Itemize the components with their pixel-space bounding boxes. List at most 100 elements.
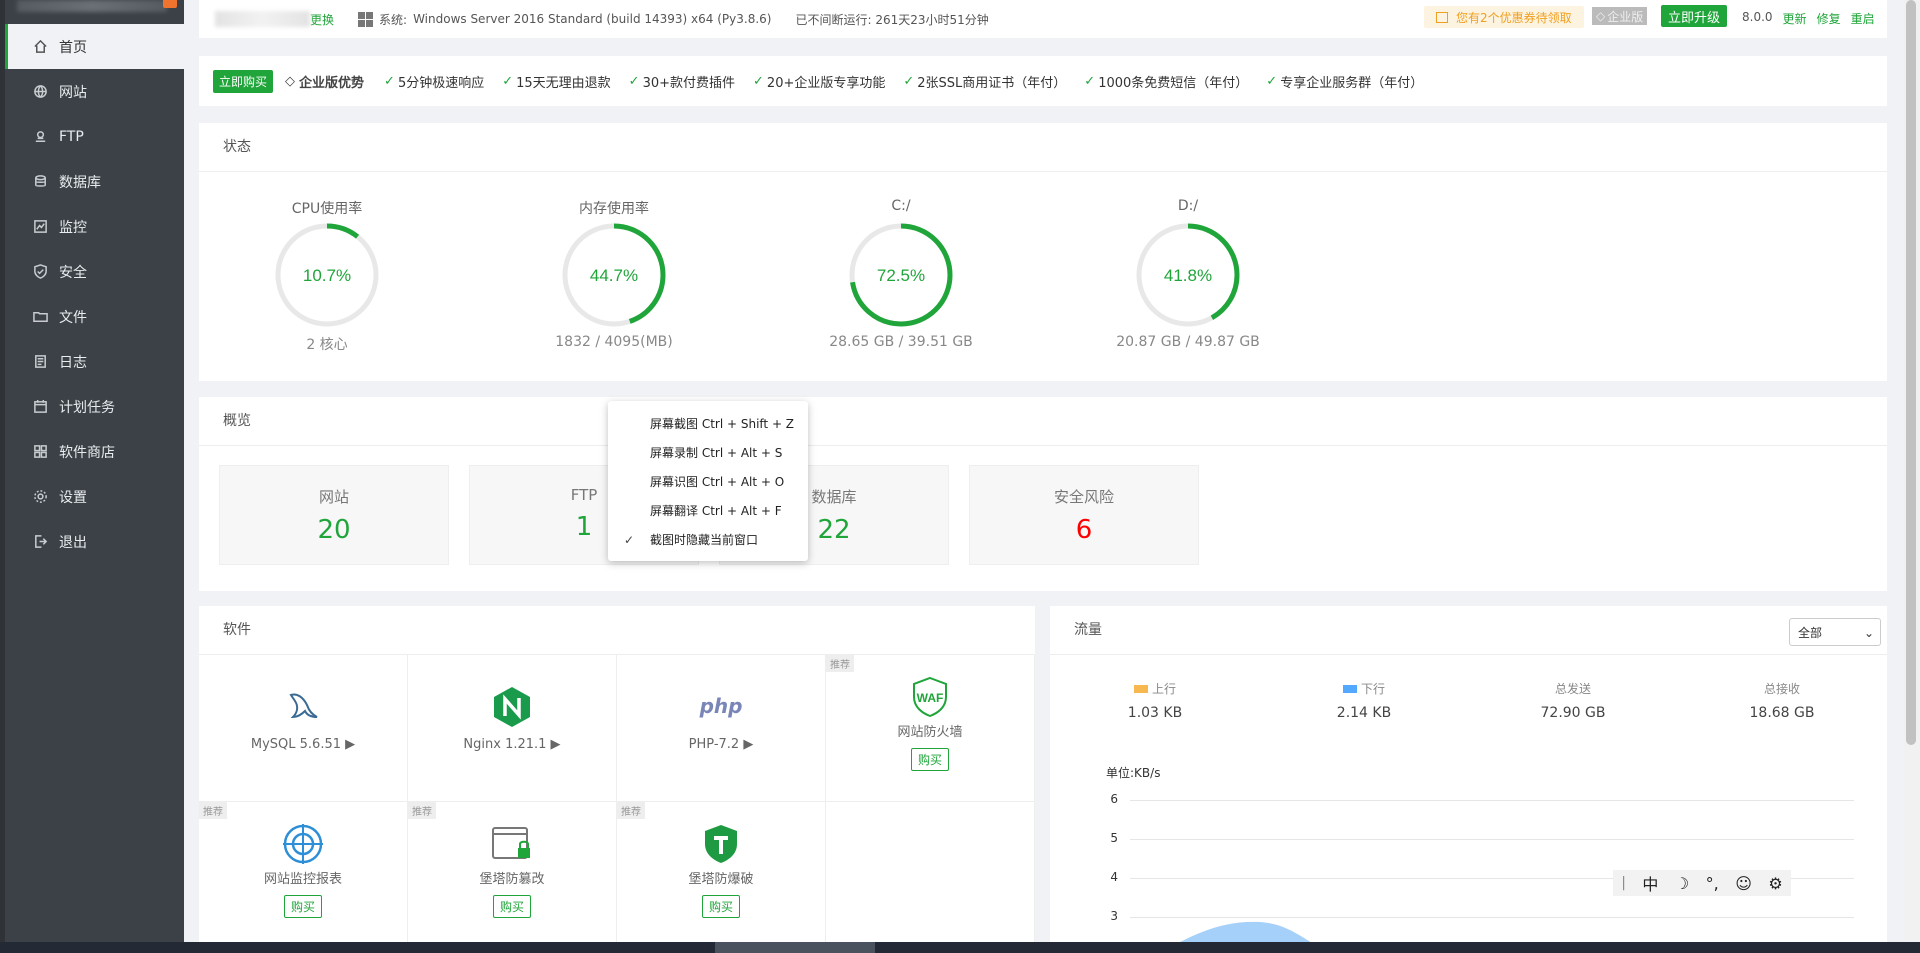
gauge-sub: 2 核心 [306, 337, 348, 353]
disk-c-gauge[interactable]: C:/ 72.5% 28.65 GB / 39.51 GB [801, 198, 1001, 350]
feature-item: ✓ 2张SSL商用证书（年付） [903, 72, 1066, 91]
svg-text:WAF: WAF [917, 691, 944, 705]
buy-now-button[interactable]: 立即购买 [213, 69, 274, 93]
feature-item: ✓ 15天无理由退款 [502, 72, 610, 91]
gift-icon [1436, 11, 1448, 23]
gauge-ring: 10.7% [275, 223, 379, 327]
diamond-icon: ◇ [285, 73, 296, 89]
repair-link[interactable]: 修复 [1817, 10, 1841, 27]
software-panel: 软件 MySQL 5.6.51 ▶ Nginx 1.21.1 ▶ php PHP… [199, 606, 1035, 953]
home-icon [31, 38, 49, 56]
legend-swatch-download [1342, 684, 1357, 693]
sidebar-item-store[interactable]: 软件商店 [5, 429, 184, 474]
cpu-gauge[interactable]: CPU使用率 10.7% 2 核心 [227, 198, 427, 354]
buy-button[interactable]: 购买 [910, 748, 949, 771]
status-title: 状态 [199, 123, 1887, 172]
logo [5, 0, 185, 24]
gear-icon [31, 488, 49, 506]
diamond-icon: ◇ [1596, 9, 1606, 23]
software-name: 堡塔防爆破 [688, 872, 754, 887]
software-anti-bruteforce[interactable]: 推荐 堡塔防爆破 购买 [617, 802, 826, 949]
sidebar-item-ftp[interactable]: FTP [5, 114, 184, 159]
upgrade-button[interactable]: 立即升级 [1661, 5, 1728, 27]
software-site-monitor[interactable]: 推荐 网站监控报表 购买 [199, 802, 408, 949]
sidebar-item-logout[interactable]: 退出 [5, 519, 184, 564]
sidebar-item-security[interactable]: 安全 [5, 249, 184, 294]
disk-d-gauge[interactable]: D:/ 41.8% 20.87 GB / 49.87 GB [1088, 198, 1288, 350]
taskbar [0, 942, 1920, 953]
ime-chinese-toggle[interactable]: 中 [1642, 871, 1658, 895]
traffic-total-sent: 总发送 72.90 GB [1473, 680, 1673, 721]
gauge-label: D:/ [1177, 198, 1199, 214]
moon-icon[interactable]: ☽ [1675, 874, 1689, 893]
uptime-text: 已不间断运行: 261天23小时51分钟 [795, 12, 989, 27]
sidebar-item-label: 数据库 [59, 174, 101, 191]
software-php[interactable]: php PHP-7.2 ▶ [617, 655, 826, 802]
check-icon: ✓ [903, 73, 915, 89]
app-root: 首页 网站 FTP 数据库 监控 安全 文件 日志 计划任务 软件商店 设置 退… [0, 0, 1920, 953]
buy-button[interactable]: 购买 [701, 895, 740, 918]
menu-item-ocr[interactable]: 屏幕识图 Ctrl + Alt + O [608, 467, 808, 496]
software-name: MySQL 5.6.51 ▶ [250, 737, 356, 752]
sidebar-item-label: 网站 [59, 84, 87, 101]
overview-security-risk[interactable]: 安全风险 6 [969, 465, 1199, 565]
chart-unit-label: 单位:KB/s [1106, 766, 1161, 780]
scrollbar-thumb[interactable] [1906, 0, 1916, 745]
ime-toolbar: | 中 ☽ °, ☺ ⚙ [1613, 870, 1791, 896]
sidebar-item-website[interactable]: 网站 [5, 69, 184, 114]
gear-icon[interactable]: ⚙ [1768, 874, 1782, 893]
gauge-label: CPU使用率 [291, 201, 363, 217]
checkmark-icon: ✓ [624, 532, 635, 547]
globe-icon [31, 83, 49, 101]
enterprise-label: 企业版 [1607, 9, 1644, 24]
sidebar-item-database[interactable]: 数据库 [5, 159, 184, 204]
sidebar-item-cron[interactable]: 计划任务 [5, 384, 184, 429]
sidebar-item-label: 安全 [59, 264, 87, 281]
stat-label: 总接收 [1763, 682, 1800, 696]
sidebar-item-files[interactable]: 文件 [5, 294, 184, 339]
change-host-link[interactable]: 更换 [310, 11, 334, 28]
taskbar-active-app[interactable] [715, 942, 875, 953]
enterprise-advantage: ◇ 企业版优势 [285, 72, 364, 91]
software-name: PHP-7.2 ▶ [688, 737, 754, 752]
sidebar-item-label: 文件 [59, 309, 87, 326]
stat-value: 18.68 GB [1749, 705, 1815, 721]
sidebar-item-label: 首页 [59, 39, 87, 56]
software-tamper-proof[interactable]: 推荐 堡塔防篡改 购买 [408, 802, 617, 949]
menu-item-label: 屏幕翻译 Ctrl + Alt + F [650, 504, 782, 518]
sidebar-item-home[interactable]: 首页 [5, 24, 184, 69]
software-nginx[interactable]: Nginx 1.21.1 ▶ [408, 655, 617, 802]
software-mysql[interactable]: MySQL 5.6.51 ▶ [199, 655, 408, 802]
restart-link[interactable]: 重启 [1851, 10, 1875, 27]
enterprise-badge[interactable]: ◇ 企业版 [1592, 7, 1648, 25]
overview-title: 概览 [199, 397, 1887, 446]
buy-button[interactable]: 购买 [283, 895, 322, 918]
recommend-tag: 推荐 [199, 802, 227, 819]
menu-item-record[interactable]: 屏幕录制 Ctrl + Alt + S [608, 438, 808, 467]
buy-button[interactable]: 购买 [492, 895, 531, 918]
software-waf[interactable]: 推荐 WAF 网站防火墙 购买 [826, 655, 1035, 802]
menu-item-translate[interactable]: 屏幕翻译 Ctrl + Alt + F [608, 496, 808, 525]
ime-handle[interactable]: | [1621, 875, 1626, 891]
coupon-notice[interactable]: 您有2个优惠券待领取 [1424, 6, 1584, 28]
overview-websites[interactable]: 网站 20 [219, 465, 449, 565]
update-link[interactable]: 更新 [1783, 10, 1807, 27]
system-label: 系统: [379, 12, 408, 27]
gauge-sub: 28.65 GB / 39.51 GB [829, 334, 973, 350]
check-icon: ✓ [384, 73, 395, 89]
folder-icon [31, 308, 49, 326]
traffic-upload: 上行 1.03 KB [1055, 680, 1255, 721]
menu-item-screenshot[interactable]: 屏幕截图 Ctrl + Shift + Z [608, 409, 808, 438]
check-icon: ✓ [1266, 73, 1278, 89]
sidebar-item-settings[interactable]: 设置 [5, 474, 184, 519]
top-bar: 更换 系统: Windows Server 2016 Standard (bui… [199, 0, 1887, 38]
calendar-icon [31, 398, 49, 416]
sidebar-item-monitor[interactable]: 监控 [5, 204, 184, 249]
traffic-select[interactable]: 全部 ⌄ [1789, 618, 1881, 646]
sidebar-item-logs[interactable]: 日志 [5, 339, 184, 384]
emoji-icon[interactable]: ☺ [1735, 874, 1752, 893]
menu-item-hide-window[interactable]: ✓ 截图时隐藏当前窗口 [608, 525, 808, 554]
punctuation-icon[interactable]: °, [1706, 874, 1719, 893]
memory-gauge[interactable]: 内存使用率 44.7% 1832 / 4095(MB) [514, 198, 714, 350]
software-grid: MySQL 5.6.51 ▶ Nginx 1.21.1 ▶ php PHP-7.… [199, 655, 1035, 949]
